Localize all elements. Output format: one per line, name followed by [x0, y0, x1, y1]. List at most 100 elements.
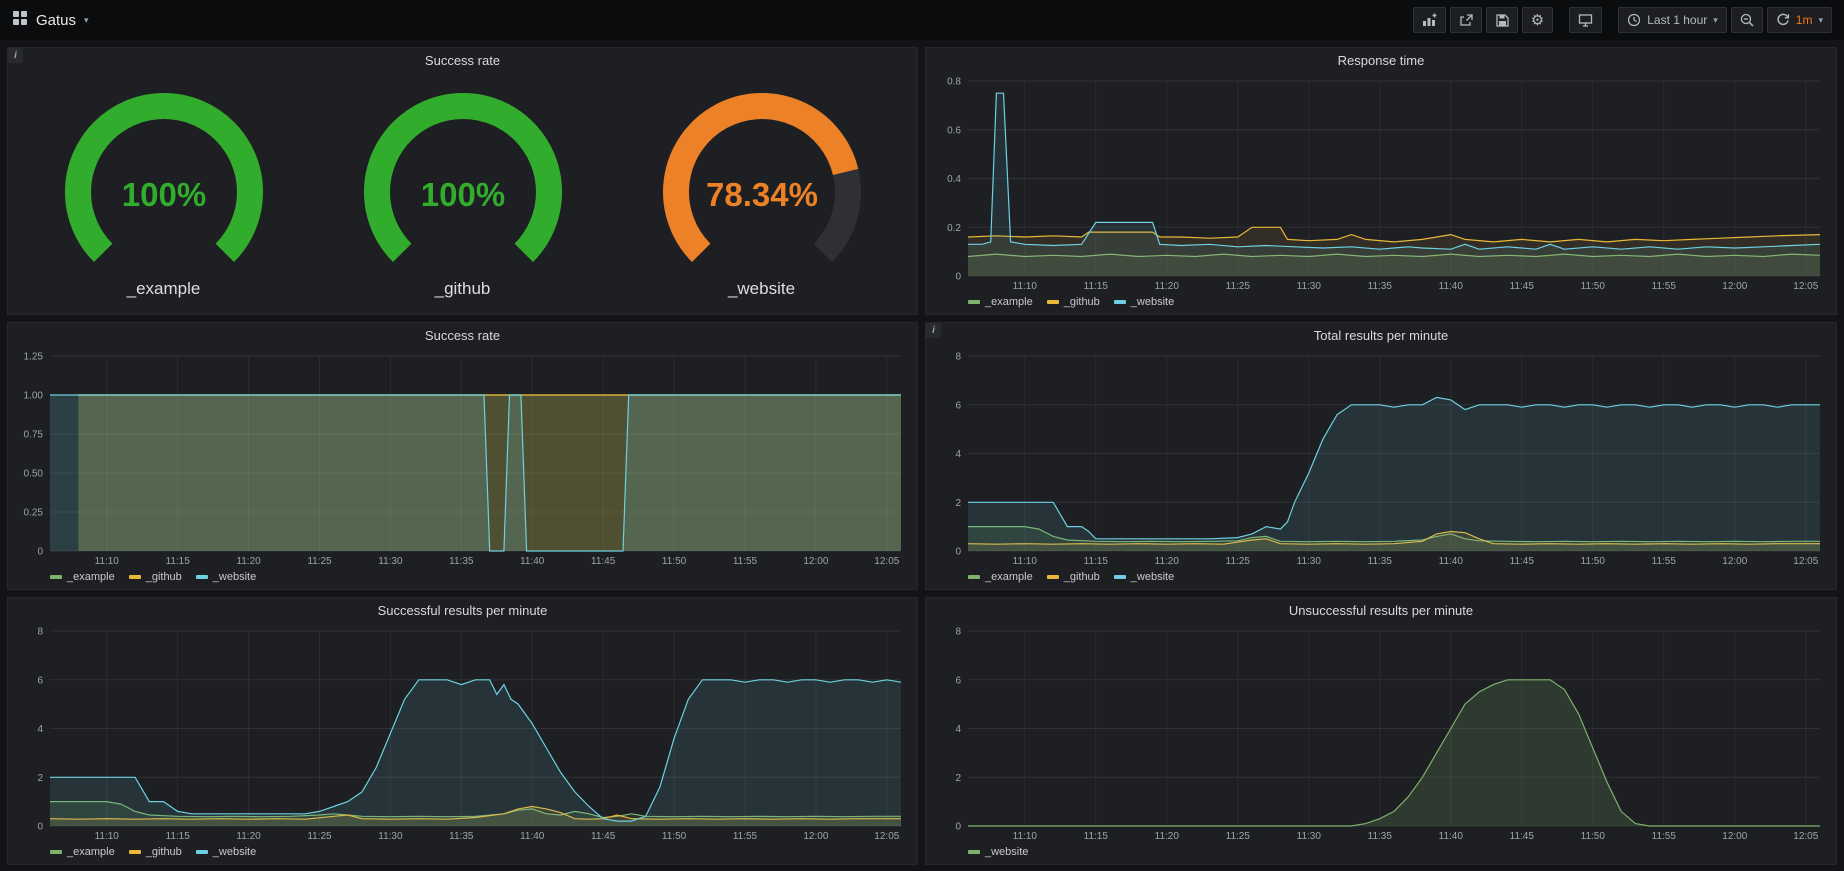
svg-text:11:45: 11:45 [1510, 831, 1535, 842]
svg-text:11:20: 11:20 [236, 831, 261, 842]
gauge-_website: 78.34%_website [622, 90, 902, 299]
settings-button[interactable]: ⚙ [1522, 7, 1553, 33]
legend-item-_github[interactable]: _github [129, 571, 182, 583]
legend-label: _example [67, 571, 115, 583]
panel-title[interactable]: Unsuccessful results per minute [1289, 603, 1473, 618]
chevron-down-icon[interactable]: ▾ [84, 15, 89, 26]
success-rate-chart[interactable]: 00.250.500.751.001.2511:1011:1511:2011:2… [14, 348, 911, 568]
svg-text:6: 6 [955, 675, 961, 686]
svg-text:11:45: 11:45 [1510, 281, 1535, 292]
legend-item-_example[interactable]: _example [968, 296, 1033, 308]
svg-text:11:25: 11:25 [307, 831, 332, 842]
successful-results-per-minute-svg: 0246811:1011:1511:2011:2511:3011:3511:40… [14, 623, 911, 843]
svg-text:11:10: 11:10 [1013, 281, 1038, 292]
svg-text:0.2: 0.2 [947, 223, 961, 234]
svg-text:12:05: 12:05 [1793, 556, 1818, 567]
svg-text:11:20: 11:20 [1155, 831, 1180, 842]
svg-text:11:10: 11:10 [1013, 556, 1038, 567]
gauge-value: 100% [420, 176, 504, 213]
legend-label: _github [1064, 571, 1100, 583]
panel-title[interactable]: Response time [1338, 53, 1425, 68]
tv-mode-button[interactable] [1569, 7, 1602, 33]
panel-info-icon[interactable]: i [8, 48, 23, 63]
panel-header[interactable]: Success rate [8, 323, 917, 348]
svg-text:11:45: 11:45 [591, 556, 616, 567]
save-button[interactable] [1486, 7, 1518, 33]
response-time-chart[interactable]: 00.20.40.60.811:1011:1511:2011:2511:3011… [932, 73, 1830, 293]
panel-header[interactable]: Success rate [8, 48, 917, 73]
panel-title[interactable]: Success rate [425, 53, 500, 68]
legend-item-_example[interactable]: _example [50, 846, 115, 858]
panel-unsuccessful-results: Unsuccessful results per minute 0246811:… [925, 597, 1837, 865]
svg-text:11:50: 11:50 [662, 556, 687, 567]
legend-label: _website [213, 571, 256, 583]
legend-item-_github[interactable]: _github [1047, 571, 1100, 583]
response-time-svg: 00.20.40.60.811:1011:1511:2011:2511:3011… [932, 73, 1830, 293]
time-range-picker-button[interactable]: Last 1 hour ▾ [1618, 7, 1727, 33]
panel-info-icon[interactable]: i [926, 323, 941, 338]
legend-item-_example[interactable]: _example [50, 571, 115, 583]
legend-item-_website[interactable]: _website [196, 846, 256, 858]
legend-color-swatch [1114, 300, 1126, 304]
panel-header[interactable]: Response time [926, 48, 1836, 73]
add-panel-button[interactable] [1413, 7, 1446, 33]
legend-item-_website[interactable]: _website [1114, 296, 1174, 308]
navbar-right: ⚙ Last 1 hour ▾ [1413, 7, 1832, 33]
svg-text:0.8: 0.8 [947, 77, 961, 88]
legend-item-_example[interactable]: _example [968, 571, 1033, 583]
panel-title[interactable]: Successful results per minute [378, 603, 548, 618]
panel-body: 00.250.500.751.001.2511:1011:1511:2011:2… [8, 348, 917, 589]
legend-label: _website [1131, 296, 1174, 308]
success-rate-graph-svg: 00.250.500.751.001.2511:1011:1511:2011:2… [14, 348, 911, 568]
panel-header[interactable]: Unsuccessful results per minute [926, 598, 1836, 623]
dashboard-grid-icon[interactable] [12, 10, 28, 31]
unsuccessful-results-chart[interactable]: 0246811:1011:1511:2011:2511:3011:3511:40… [932, 623, 1830, 843]
panel-title[interactable]: Total results per minute [1314, 328, 1448, 343]
svg-text:11:35: 11:35 [1368, 281, 1393, 292]
panel-header[interactable]: Successful results per minute [8, 598, 917, 623]
total-results-chart[interactable]: 0246811:1011:1511:2011:2511:3011:3511:40… [932, 348, 1830, 568]
svg-text:11:35: 11:35 [1368, 831, 1393, 842]
svg-text:4: 4 [955, 449, 961, 460]
zoom-out-button[interactable] [1731, 7, 1763, 33]
legend-label: _github [1064, 296, 1100, 308]
svg-text:11:10: 11:10 [95, 831, 120, 842]
svg-text:11:15: 11:15 [166, 556, 191, 567]
chart-legend: _example _github _website [14, 843, 911, 861]
panel-body: 0246811:1011:1511:2011:2511:3011:3511:40… [926, 623, 1836, 864]
successful-results-chart[interactable]: 0246811:1011:1511:2011:2511:3011:3511:40… [14, 623, 911, 843]
svg-text:11:35: 11:35 [449, 556, 474, 567]
dashboard-title[interactable]: Gatus [36, 12, 76, 29]
gauge-arc: 100% [24, 90, 304, 276]
legend-item-_website[interactable]: _website [196, 571, 256, 583]
legend-item-_website[interactable]: _website [968, 846, 1028, 858]
svg-text:11:50: 11:50 [1581, 831, 1606, 842]
legend-color-swatch [50, 850, 62, 854]
svg-text:11:15: 11:15 [166, 831, 191, 842]
legend-color-swatch [196, 575, 208, 579]
gear-icon: ⚙ [1531, 13, 1544, 28]
legend-color-swatch [129, 575, 141, 579]
svg-text:11:50: 11:50 [1581, 281, 1606, 292]
svg-text:11:55: 11:55 [1652, 831, 1677, 842]
svg-text:11:55: 11:55 [1652, 281, 1677, 292]
chevron-down-icon: ▾ [1818, 15, 1823, 26]
legend-item-_website[interactable]: _website [1114, 571, 1174, 583]
panel-header[interactable]: Total results per minute [926, 323, 1836, 348]
panel-success-rate-graph: Success rate 00.250.500.751.001.2511:101… [7, 322, 918, 590]
share-button[interactable] [1450, 7, 1482, 33]
legend-label: _github [146, 571, 182, 583]
svg-text:2: 2 [955, 498, 961, 509]
refresh-interval-label: 1m [1796, 13, 1813, 27]
svg-text:12:00: 12:00 [803, 556, 828, 567]
legend-label: _github [146, 846, 182, 858]
svg-text:2: 2 [37, 773, 43, 784]
legend-label: _website [1131, 571, 1174, 583]
legend-item-_github[interactable]: _github [129, 846, 182, 858]
panel-title[interactable]: Success rate [425, 328, 500, 343]
svg-text:12:05: 12:05 [1793, 281, 1818, 292]
refresh-button[interactable]: 1m ▾ [1767, 7, 1832, 33]
chart-legend: _website [932, 843, 1830, 861]
legend-item-_github[interactable]: _github [1047, 296, 1100, 308]
refresh-icon [1776, 13, 1790, 27]
